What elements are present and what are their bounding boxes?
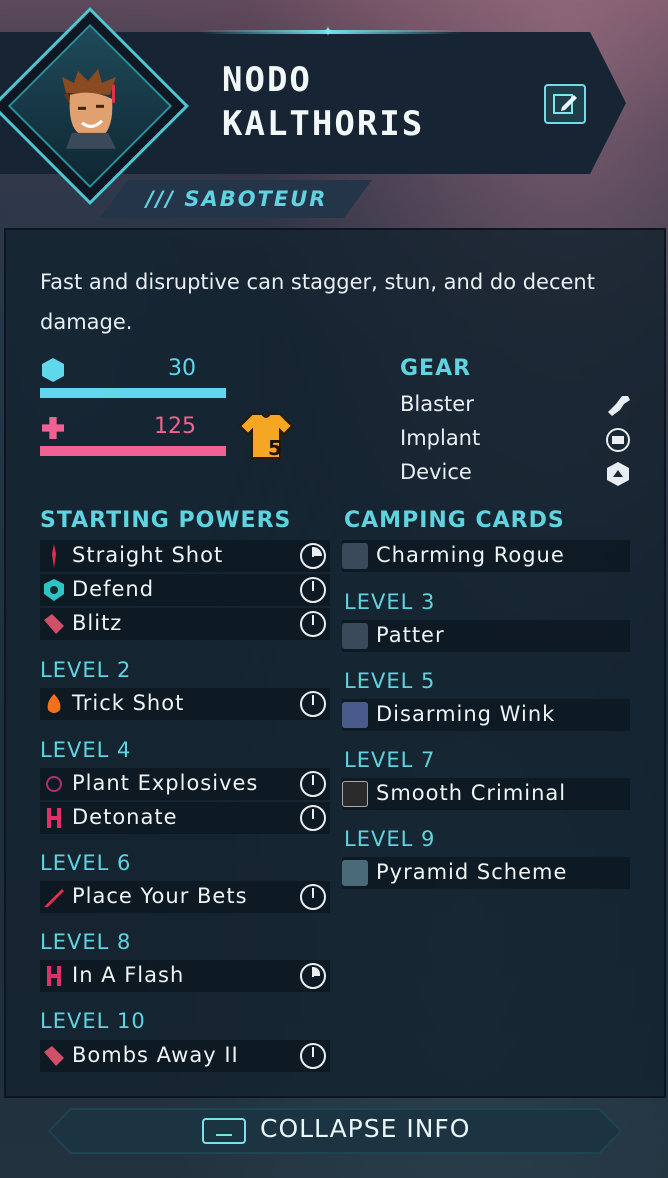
power-detonate[interactable]: Detonate bbox=[40, 802, 330, 834]
character-face-icon bbox=[62, 68, 116, 149]
health-stat: 125 bbox=[40, 414, 226, 460]
starting-powers-title: STARTING POWERS bbox=[40, 508, 292, 533]
level-badge: 5 bbox=[238, 412, 294, 462]
cooldown-clock-icon bbox=[300, 805, 326, 831]
card-label: Charming Rogue bbox=[376, 543, 565, 567]
cooldown-clock-icon bbox=[300, 611, 326, 637]
power-label: Plant Explosives bbox=[72, 771, 259, 795]
health-bar bbox=[40, 446, 226, 456]
gear-title: GEAR bbox=[400, 356, 472, 381]
card-level-heading: LEVEL 3 bbox=[344, 590, 436, 614]
camping-cards-title: CAMPING CARDS bbox=[344, 508, 565, 533]
cooldown-clock-icon bbox=[300, 963, 326, 989]
card-level-heading: LEVEL 5 bbox=[344, 669, 436, 693]
card-thumbnail-icon bbox=[342, 702, 368, 728]
card-patter[interactable]: Patter bbox=[342, 620, 630, 652]
card-charming-rogue[interactable]: Charming Rogue bbox=[342, 540, 630, 572]
badge-level-value: 5 bbox=[268, 436, 282, 460]
implant-icon bbox=[606, 428, 630, 452]
gear-item-label: Blaster bbox=[400, 392, 474, 416]
card-level-heading: LEVEL 7 bbox=[344, 748, 436, 772]
power-label: In A Flash bbox=[72, 963, 185, 987]
trick-shot-icon bbox=[47, 694, 61, 713]
card-label: Smooth Criminal bbox=[376, 781, 567, 805]
place-your-bets-icon bbox=[44, 889, 64, 907]
power-label: Place Your Bets bbox=[72, 884, 248, 908]
card-pyramid-scheme[interactable]: Pyramid Scheme bbox=[342, 857, 630, 889]
armor-value: 30 bbox=[168, 356, 196, 381]
cooldown-clock-icon bbox=[300, 1043, 326, 1069]
card-thumbnail-icon bbox=[342, 623, 368, 649]
straight-shot-icon bbox=[52, 544, 56, 568]
character-description: Fast and disruptive can stagger, stun, a… bbox=[40, 270, 595, 334]
defend-icon bbox=[44, 579, 64, 601]
cooldown-clock-icon bbox=[300, 884, 326, 910]
character-name-line2: KALTHORIS bbox=[222, 104, 425, 144]
card-thumbnail-icon bbox=[342, 781, 368, 807]
gear-item-implant[interactable]: Implant bbox=[400, 426, 632, 456]
power-level-heading: LEVEL 2 bbox=[40, 658, 132, 682]
gear-item-blaster[interactable]: Blaster bbox=[400, 392, 632, 422]
card-thumbnail-icon bbox=[342, 860, 368, 886]
power-label: Defend bbox=[72, 577, 155, 601]
in-a-flash-icon bbox=[47, 966, 61, 986]
edit-button[interactable] bbox=[544, 84, 586, 124]
card-smooth-criminal[interactable]: Smooth Criminal bbox=[342, 778, 630, 810]
armor-stat: 30 bbox=[40, 356, 226, 402]
power-label: Trick Shot bbox=[72, 691, 185, 715]
character-name: NODO KALTHORIS bbox=[222, 58, 424, 146]
edit-pencil-icon bbox=[553, 94, 577, 114]
cooldown-clock-icon bbox=[300, 691, 326, 717]
power-plant-explosives[interactable]: Plant Explosives bbox=[40, 768, 330, 800]
cooldown-clock-icon bbox=[300, 543, 326, 569]
header-top-mark-icon: ✦ bbox=[322, 24, 334, 40]
health-cross-icon bbox=[42, 417, 64, 439]
cooldown-clock-icon bbox=[300, 577, 326, 603]
power-bombs-away-ii[interactable]: Bombs Away II bbox=[40, 1040, 330, 1072]
collapse-info-label: COLLAPSE INFO bbox=[260, 1114, 471, 1143]
card-label: Disarming Wink bbox=[376, 702, 556, 726]
armor-bar bbox=[40, 388, 226, 398]
card-level-heading: LEVEL 9 bbox=[344, 827, 436, 851]
power-straight-shot[interactable]: Straight Shot bbox=[40, 540, 330, 572]
power-level-heading: LEVEL 6 bbox=[40, 851, 132, 875]
power-level-heading: LEVEL 8 bbox=[40, 930, 132, 954]
class-label: /// SABOTEUR bbox=[146, 187, 328, 211]
keyboard-key-icon bbox=[202, 1118, 246, 1144]
blitz-icon bbox=[44, 614, 64, 634]
power-label: Straight Shot bbox=[72, 543, 224, 567]
shirt-badge-icon bbox=[238, 413, 294, 459]
power-label: Blitz bbox=[72, 611, 123, 635]
plant-explosives-icon bbox=[46, 776, 62, 792]
power-blitz[interactable]: Blitz bbox=[40, 608, 330, 640]
power-label: Bombs Away II bbox=[72, 1043, 239, 1067]
power-defend[interactable]: Defend bbox=[40, 574, 330, 606]
detonate-icon bbox=[47, 808, 61, 828]
health-value: 125 bbox=[154, 414, 196, 439]
armor-shield-icon bbox=[42, 358, 64, 382]
power-place-your-bets[interactable]: Place Your Bets bbox=[40, 881, 330, 913]
power-in-a-flash[interactable]: In A Flash bbox=[40, 960, 330, 992]
gear-item-label: Implant bbox=[400, 426, 481, 450]
blaster-icon bbox=[608, 396, 630, 416]
bombs-away-icon bbox=[44, 1046, 64, 1066]
class-tag: /// SABOTEUR bbox=[100, 180, 372, 218]
power-label: Detonate bbox=[72, 805, 178, 829]
gear-item-label: Device bbox=[400, 460, 472, 484]
card-thumbnail-icon bbox=[342, 543, 368, 569]
power-level-heading: LEVEL 4 bbox=[40, 738, 132, 762]
card-label: Pyramid Scheme bbox=[376, 860, 568, 884]
card-disarming-wink[interactable]: Disarming Wink bbox=[342, 699, 630, 731]
card-label: Patter bbox=[376, 623, 445, 647]
device-icon bbox=[607, 462, 629, 486]
character-name-line1: NODO bbox=[222, 60, 312, 100]
power-level-heading: LEVEL 10 bbox=[40, 1009, 146, 1033]
cooldown-clock-icon bbox=[300, 771, 326, 797]
gear-item-device[interactable]: Device bbox=[400, 460, 632, 490]
collapse-info-button[interactable]: COLLAPSE INFO bbox=[48, 1108, 622, 1154]
power-trick-shot[interactable]: Trick Shot bbox=[40, 688, 330, 720]
